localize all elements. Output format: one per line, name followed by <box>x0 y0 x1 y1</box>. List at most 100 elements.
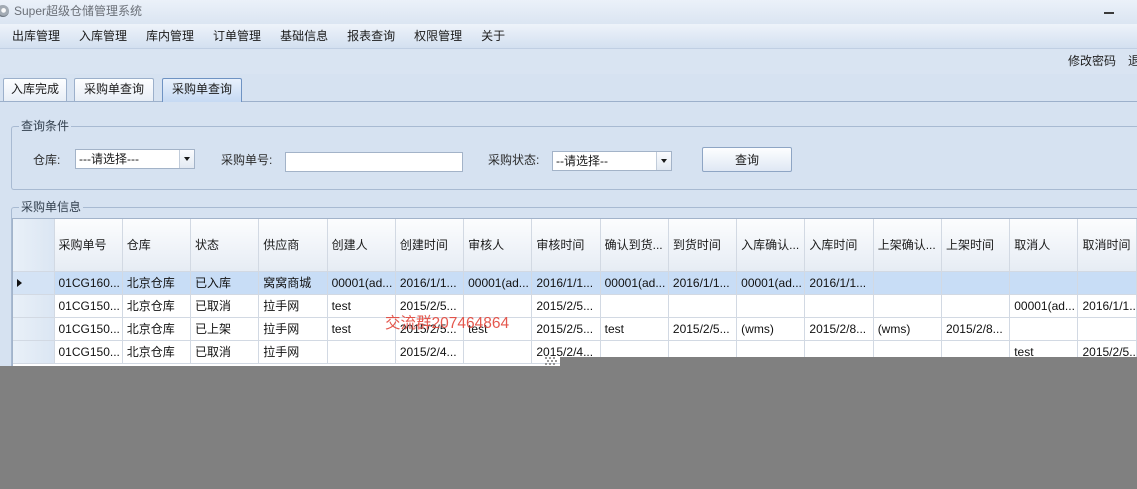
chevron-down-icon[interactable] <box>656 152 671 170</box>
grid-cell-creator[interactable] <box>327 340 396 364</box>
column-header-inbound-time[interactable]: 入库时间 <box>804 219 874 272</box>
grid-corner[interactable] <box>13 219 55 272</box>
column-header-arrival-confirmer[interactable]: 确认到货... <box>600 219 669 272</box>
grid-cell-shelving-time[interactable] <box>941 294 1011 318</box>
grid-body: 01CG160... 北京仓库 已入库 窝窝商城 00001(ad... 2016/1/1… <box>13 271 1137 364</box>
grid-cell-reviewer[interactable] <box>463 294 533 318</box>
row-header[interactable] <box>13 340 55 364</box>
menu-orders[interactable]: 订单管理 <box>204 24 271 48</box>
grid-cell-created-time[interactable]: 2016/1/1... <box>395 271 465 295</box>
grid-cell-reviewed-time[interactable]: 2015/2/5... <box>531 317 601 341</box>
warehouse-select[interactable]: ---请选择--- <box>75 149 195 169</box>
order-no-input[interactable] <box>285 152 463 172</box>
grid-cell-reviewer[interactable] <box>463 340 533 364</box>
grid-cell-arrival-confirmer[interactable] <box>600 294 669 318</box>
grid-cell-creator[interactable]: 00001(ad... <box>327 271 396 295</box>
column-header-shelving-time[interactable]: 上架时间 <box>941 219 1011 272</box>
column-header-creator[interactable]: 创建人 <box>327 219 396 272</box>
chevron-down-icon[interactable] <box>179 150 194 168</box>
menu-permissions[interactable]: 权限管理 <box>405 24 472 48</box>
column-header-supplier[interactable]: 供应商 <box>258 219 328 272</box>
grid-cell-inbound-confirmer[interactable]: 00001(ad... <box>736 271 806 295</box>
column-header-arrival-time[interactable]: 到货时间 <box>668 219 738 272</box>
grid-cell-created-time[interactable]: 2015/2/5... <box>395 294 465 318</box>
grid-cell-inbound-confirmer[interactable] <box>736 294 806 318</box>
tab-purchase-order-query-2[interactable]: 采购单查询 <box>162 78 242 102</box>
column-header-order-no[interactable]: 采购单号 <box>54 219 123 272</box>
menu-in-warehouse[interactable]: 库内管理 <box>137 24 204 48</box>
grid-cell-reviewer[interactable]: 00001(ad... <box>463 271 533 295</box>
grid-cell-shelving-confirmer[interactable]: (wms) <box>873 317 942 341</box>
column-header-inbound-confirmer[interactable]: 入库确认... <box>736 219 806 272</box>
menu-about[interactable]: 关于 <box>472 24 515 48</box>
menu-inbound[interactable]: 入库管理 <box>70 24 137 48</box>
grid-cell-status[interactable]: 已取消 <box>190 294 260 318</box>
column-header-shelving-confirmer[interactable]: 上架确认... <box>873 219 942 272</box>
column-header-reviewed-time[interactable]: 审核时间 <box>531 219 601 272</box>
grid-cell-shelving-time[interactable]: 2015/2/8... <box>941 317 1011 341</box>
column-header-cancel-time[interactable]: 取消时间 <box>1077 219 1137 272</box>
row-header[interactable] <box>13 317 55 341</box>
search-button[interactable]: 查询 <box>702 147 792 172</box>
grid-cell-supplier[interactable]: 拉手网 <box>258 294 328 318</box>
table-row[interactable]: 01CG150... 北京仓库 已取消 拉手网 test 2015/2/5... 2015/… <box>13 294 1137 318</box>
menu-reports[interactable]: 报表查询 <box>338 24 405 48</box>
column-header-reviewer[interactable]: 审核人 <box>463 219 533 272</box>
grid-cell-inbound-time[interactable] <box>804 294 874 318</box>
table-row[interactable]: 01CG160... 北京仓库 已入库 窝窝商城 00001(ad... 2016/1/1… <box>13 271 1137 295</box>
column-header-created-time[interactable]: 创建时间 <box>395 219 465 272</box>
title-bar: Super超级仓储管理系统 <box>0 0 1137 24</box>
row-header[interactable] <box>13 271 55 295</box>
grid-cell-cancel-time[interactable] <box>1077 317 1137 341</box>
grid-cell-inbound-time[interactable]: 2016/1/1... <box>804 271 874 295</box>
column-header-status[interactable]: 状态 <box>190 219 260 272</box>
grid-cell-status[interactable]: 已取消 <box>190 340 260 364</box>
grid-cell-arrival-confirmer[interactable]: 00001(ad... <box>600 271 669 295</box>
grid-cell-canceller[interactable] <box>1009 317 1079 341</box>
grid-cell-arrival-time[interactable] <box>668 294 738 318</box>
grid-cell-order-no[interactable]: 01CG160... <box>54 271 123 295</box>
grid-cell-arrival-confirmer[interactable]: test <box>600 317 669 341</box>
grid-cell-status[interactable]: 已入库 <box>190 271 260 295</box>
grid-cell-reviewed-time[interactable]: 2015/2/5... <box>531 294 601 318</box>
column-header-canceller[interactable]: 取消人 <box>1009 219 1079 272</box>
order-status-select[interactable]: --请选择-- <box>552 151 672 171</box>
grid-cell-shelving-confirmer[interactable] <box>873 294 942 318</box>
grid-cell-status[interactable]: 已上架 <box>190 317 260 341</box>
grid-cell-inbound-confirmer[interactable]: (wms) <box>736 317 806 341</box>
grid-cell-cancel-time[interactable] <box>1077 271 1137 295</box>
menu-basic-info[interactable]: 基础信息 <box>271 24 338 48</box>
table-row[interactable]: 01CG150... 北京仓库 已上架 拉手网 test 2015/2/5... test 2… <box>13 317 1137 341</box>
logout-link[interactable]: 退 <box>1128 54 1137 69</box>
change-password-link[interactable]: 修改密码 <box>1068 54 1116 69</box>
grid-cell-shelving-confirmer[interactable] <box>873 271 942 295</box>
grid-cell-inbound-time[interactable]: 2015/2/8... <box>804 317 874 341</box>
tab-purchase-order-query-1[interactable]: 采购单查询 <box>74 78 154 101</box>
grid-cell-arrival-time[interactable]: 2016/1/1... <box>668 271 738 295</box>
grid-cell-creator[interactable]: test <box>327 294 396 318</box>
grid-cell-order-no[interactable]: 01CG150... <box>54 317 123 341</box>
grid-cell-supplier[interactable]: 拉手网 <box>258 317 328 341</box>
grid-cell-reviewed-time[interactable]: 2016/1/1... <box>531 271 601 295</box>
grid-cell-order-no[interactable]: 01CG150... <box>54 294 123 318</box>
warehouse-select-value: ---请选择--- <box>79 152 139 166</box>
grid-cell-created-time[interactable]: 2015/2/4... <box>395 340 465 364</box>
grid-cell-warehouse[interactable]: 北京仓库 <box>122 317 192 341</box>
grid-cell-warehouse[interactable]: 北京仓库 <box>122 340 192 364</box>
grid-cell-supplier[interactable]: 窝窝商城 <box>258 271 328 295</box>
grid-cell-warehouse[interactable]: 北京仓库 <box>122 271 192 295</box>
account-bar: 修改密码 退 <box>0 49 1137 74</box>
row-header[interactable] <box>13 294 55 318</box>
minimize-button[interactable] <box>1101 4 1117 19</box>
grid-cell-supplier[interactable]: 拉手网 <box>258 340 328 364</box>
grid-cell-canceller[interactable] <box>1009 271 1079 295</box>
grid-cell-order-no[interactable]: 01CG150... <box>54 340 123 364</box>
grid-cell-arrival-time[interactable]: 2015/2/5... <box>668 317 738 341</box>
grid-cell-shelving-time[interactable] <box>941 271 1011 295</box>
grid-cell-warehouse[interactable]: 北京仓库 <box>122 294 192 318</box>
grid-cell-canceller[interactable]: 00001(ad... <box>1009 294 1079 318</box>
menu-outbound[interactable]: 出库管理 <box>3 24 70 48</box>
tab-inbound-complete[interactable]: 入库完成 <box>3 78 67 101</box>
grid-cell-cancel-time[interactable]: 2016/1/1... <box>1077 294 1137 318</box>
column-header-warehouse[interactable]: 仓库 <box>122 219 192 272</box>
